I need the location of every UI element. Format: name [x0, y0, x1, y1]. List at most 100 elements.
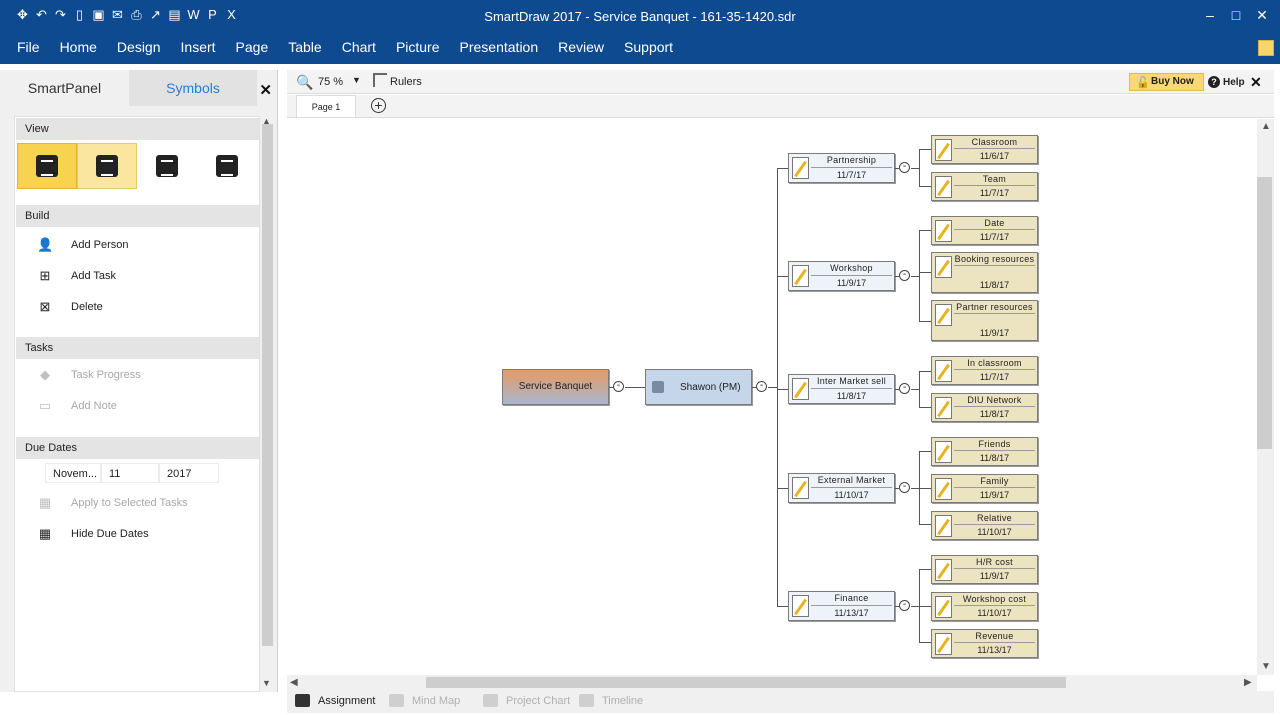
menu-presentation[interactable]: Presentation: [460, 39, 539, 55]
panel-close-icon[interactable]: ✕: [259, 81, 272, 99]
task-node[interactable]: Booking resources 11/8/17: [931, 252, 1038, 293]
due-day-select[interactable]: 11: [101, 463, 159, 483]
task-node[interactable]: Team 11/7/17: [931, 172, 1038, 201]
view-org-button[interactable]: [197, 143, 257, 189]
apply-selected-tasks-button[interactable]: ▦ Apply to Selected Tasks: [37, 496, 188, 510]
view-tree-button[interactable]: [17, 143, 77, 189]
scroll-left-icon[interactable]: ◀: [290, 677, 298, 688]
scroll-down-icon[interactable]: ▼: [1261, 661, 1271, 672]
task-node[interactable]: DIU Network 11/8/17: [931, 393, 1038, 422]
menu-chart[interactable]: Chart: [342, 39, 376, 55]
category-node[interactable]: Inter Market sell 11/8/17: [788, 374, 895, 404]
smart-panel: SmartPanel Symbols ✕ View Build 👤 Add Per…: [0, 70, 278, 692]
canvas-close-icon[interactable]: ✕: [1250, 74, 1262, 91]
menu-insert[interactable]: Insert: [181, 39, 216, 55]
menu-home[interactable]: Home: [60, 39, 97, 55]
task-node[interactable]: H/R cost 11/9/17: [931, 555, 1038, 584]
scroll-down-icon[interactable]: ▼: [262, 678, 271, 688]
task-node[interactable]: Classroom 11/6/17: [931, 135, 1038, 164]
pencil-icon: [935, 559, 952, 581]
tree-view-icon: [36, 155, 58, 177]
menu-file[interactable]: File: [17, 39, 40, 55]
view-mindmap-button[interactable]: [77, 143, 137, 189]
view-list-button[interactable]: [137, 143, 197, 189]
category-node[interactable]: Finance 11/13/17: [788, 591, 895, 621]
page-tabs: Page 1 +: [287, 95, 1274, 118]
delete-icon: ⊠: [39, 299, 51, 314]
zoom-dropdown-icon[interactable]: ▼: [352, 75, 361, 85]
mindmap-view-icon: [96, 155, 118, 177]
horizontal-scroll-thumb[interactable]: [426, 677, 1066, 688]
drawing-canvas[interactable]: Service Banquet - Shawon (PM) - Partners…: [287, 119, 1257, 675]
add-page-icon[interactable]: +: [371, 98, 386, 113]
tab-smartpanel[interactable]: SmartPanel: [0, 70, 129, 106]
task-node[interactable]: Date 11/7/17: [931, 216, 1038, 245]
canvas-vertical-scrollbar[interactable]: ▲ ▼: [1257, 119, 1274, 675]
tab-mind-map[interactable]: Mind Map: [389, 694, 460, 707]
zoom-level[interactable]: 75 %: [318, 76, 343, 88]
panel-scroll-thumb[interactable]: [262, 124, 273, 646]
task-node[interactable]: Family 11/9/17: [931, 474, 1038, 503]
tab-project-chart[interactable]: Project Chart: [483, 694, 570, 707]
task-node[interactable]: Friends 11/8/17: [931, 437, 1038, 466]
due-month-select[interactable]: Novem...: [45, 463, 101, 483]
category-node[interactable]: External Market 11/10/17: [788, 473, 895, 503]
task-node[interactable]: Workshop cost 11/10/17: [931, 592, 1038, 621]
task-progress-button[interactable]: ◆ Task Progress: [37, 368, 141, 382]
pencil-icon: [935, 397, 952, 419]
task-node[interactable]: Relative 11/10/17: [931, 511, 1038, 540]
close-button[interactable]: ✕: [1256, 7, 1268, 24]
minimize-button[interactable]: –: [1204, 7, 1216, 24]
project-chart-icon: [483, 694, 498, 707]
person-icon: [652, 381, 664, 393]
notification-icon[interactable]: [1258, 40, 1274, 56]
vertical-scroll-thumb[interactable]: [1257, 177, 1272, 449]
tab-assignment[interactable]: Assignment: [295, 694, 375, 707]
category-node[interactable]: Partnership 11/7/17: [788, 153, 895, 183]
task-progress-icon: ◆: [40, 367, 50, 382]
canvas-toolbar: 🔍 75 % ▼ Rulers 🔓 Buy Now ? Help ✕: [287, 70, 1274, 94]
delete-button[interactable]: ⊠ Delete: [37, 300, 103, 314]
task-node[interactable]: In classroom 11/7/17: [931, 356, 1038, 385]
menu-design[interactable]: Design: [117, 39, 161, 55]
hide-due-dates-button[interactable]: ▦ Hide Due Dates: [37, 527, 149, 541]
tasks-section-header: Tasks: [16, 337, 259, 359]
panel-scrollbar[interactable]: ▲ ▼: [260, 116, 274, 692]
collapse-icon[interactable]: -: [899, 270, 910, 281]
collapse-icon[interactable]: -: [613, 381, 624, 392]
task-node[interactable]: Revenue 11/13/17: [931, 629, 1038, 658]
collapse-icon[interactable]: -: [899, 383, 910, 394]
pencil-icon: [935, 256, 952, 278]
maximize-button[interactable]: □: [1230, 7, 1242, 24]
pencil-icon: [792, 157, 809, 179]
rulers-toggle[interactable]: Rulers: [390, 76, 422, 88]
collapse-icon[interactable]: -: [899, 162, 910, 173]
scroll-right-icon[interactable]: ▶: [1244, 677, 1252, 688]
menu-table[interactable]: Table: [288, 39, 321, 55]
scroll-up-icon[interactable]: ▲: [1261, 121, 1271, 132]
menu-support[interactable]: Support: [624, 39, 673, 55]
add-note-button[interactable]: ▭ Add Note: [37, 399, 117, 413]
collapse-icon[interactable]: -: [899, 600, 910, 611]
root-node[interactable]: Service Banquet: [502, 369, 609, 405]
menu-page[interactable]: Page: [236, 39, 269, 55]
add-task-button[interactable]: ⊞ Add Task: [37, 269, 117, 283]
tab-timeline[interactable]: Timeline: [579, 694, 643, 707]
view-section-header: View: [16, 118, 259, 140]
buy-now-button[interactable]: 🔓 Buy Now: [1129, 73, 1204, 91]
menu-review[interactable]: Review: [558, 39, 604, 55]
add-person-button[interactable]: 👤 Add Person: [37, 238, 128, 252]
collapse-icon[interactable]: -: [899, 482, 910, 493]
zoom-icon[interactable]: 🔍: [296, 74, 313, 91]
category-node[interactable]: Workshop 11/9/17: [788, 261, 895, 291]
task-node[interactable]: Partner resources 11/9/17: [931, 300, 1038, 341]
menu-picture[interactable]: Picture: [396, 39, 440, 55]
page-tab-1[interactable]: Page 1: [296, 95, 356, 117]
due-year-select[interactable]: 2017: [159, 463, 219, 483]
rulers-icon[interactable]: [373, 73, 387, 87]
help-button[interactable]: ? Help: [1208, 76, 1245, 88]
canvas-horizontal-scrollbar[interactable]: ◀ ▶: [287, 675, 1257, 691]
collapse-icon[interactable]: -: [756, 381, 767, 392]
pm-node[interactable]: Shawon (PM): [645, 369, 752, 405]
tab-symbols[interactable]: Symbols: [129, 70, 257, 106]
